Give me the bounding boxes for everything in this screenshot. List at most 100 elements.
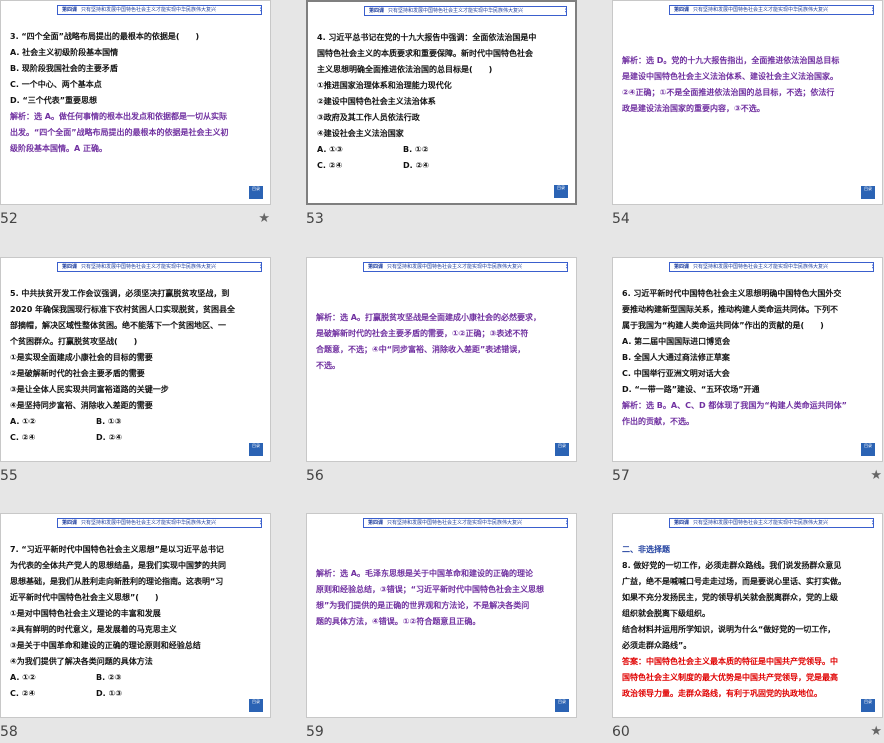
menu-panel-icon[interactable]: 目录	[861, 186, 875, 199]
slide-text-line: 5. 中共扶贫开发工作会议强调，必须坚决打赢脱贫攻坚战，到	[10, 289, 230, 298]
slide-body: 解析：选 A。打赢脱贫攻坚战是全面建成小康社会的必然要求， 是破解新时代的社会主要…	[316, 310, 567, 374]
slide-number: 58	[0, 724, 18, 740]
answer-option: B. ②③	[96, 673, 122, 682]
slide-header-banner: 第四课 只有坚持和发展中国特色社会主义才能实现中华民族伟大复兴 ›››	[364, 6, 567, 16]
slide-thumbnail-cell[interactable]: 第四课 只有坚持和发展中国特色社会主义才能实现中华民族伟大复兴 ››› 3. “四个全…	[0, 0, 272, 230]
slide-header-banner: 第四课 只有坚持和发展中国特色社会主义才能实现中华民族伟大复兴 ›››	[57, 262, 262, 272]
slide-text-line: ④是坚持同步富裕、消除收入差距的需要	[10, 401, 153, 410]
header-tag: 第四课	[368, 264, 384, 270]
slide-number: 59	[306, 724, 324, 740]
slide-text-line: ②具有鲜明的时代意义，是发展着的马克思主义	[10, 625, 177, 634]
answer-option: A. ①③	[317, 145, 343, 154]
slide-number: 54	[612, 211, 630, 227]
animation-star-icon[interactable]: ★	[870, 468, 882, 483]
slide-text-line: 答案：中国特色社会主义最本质的特征是中国共产党领导。中	[622, 657, 838, 666]
answer-options-row: A. ①② B. ①③	[10, 414, 261, 430]
slide-body: 3. “四个全面”战略布局提出的最根本的依据是( ) A. 社会主义初级阶段基本国…	[10, 29, 261, 157]
header-subtitle: 只有坚持和发展中国特色社会主义才能实现中华民族伟大复兴	[81, 264, 217, 270]
slide-body: 4. 习近平总书记在党的十九大报告中强调：全面依法治国是中 国特色社会主义的本质要…	[317, 30, 566, 174]
slide-thumbnail-cell[interactable]: 第四课 只有坚持和发展中国特色社会主义才能实现中华民族伟大复兴 ››› 6. 习近平新…	[612, 257, 884, 487]
answer-options-row: C. ②④ D. ②④	[10, 430, 261, 446]
animation-star-icon[interactable]: ★	[258, 211, 270, 226]
slide-text-line: 解析：选 A。做任何事情的根本出发点和依据都是一切从实际	[10, 112, 227, 121]
slide-text-line: B. 现阶段我国社会的主要矛盾	[10, 64, 118, 73]
slide-body: 二、非选择题 8. 做好党的一切工作，必须走群众路线。我们说发扬群众意见 广益，绝不…	[622, 542, 873, 702]
slide-text-line: 为代表的全体共产党人的思想结晶，是我们实现中国梦的共同	[10, 561, 226, 570]
header-subtitle: 只有坚持和发展中国特色社会主义才能实现中华民族伟大复兴	[81, 7, 217, 13]
chevron-right-icon: ›››	[259, 518, 261, 528]
slide-text-line: 2020 年确保我国现行标准下农村贫困人口实现脱贫，贫困县全	[10, 305, 236, 314]
slide-text-line: ④为我们提供了解决各类问题的具体方法	[10, 657, 153, 666]
slide-body: 解析：选 A。毛泽东思想是关于中国革命和建设的正确的理论 原则和经验总结，③错误；…	[316, 566, 567, 630]
slide-text-line: B. 全国人大通过商法修正草案	[622, 353, 730, 362]
slide-text-line: 解析：选 A。打赢脱贫攻坚战是全面建成小康社会的必然要求，	[316, 313, 541, 322]
slide-thumbnail[interactable]: 第四课 只有坚持和发展中国特色社会主义才能实现中华民族伟大复兴 ››› 解析：选 A。…	[306, 513, 577, 718]
slide-thumbnail[interactable]: 第四课 只有坚持和发展中国特色社会主义才能实现中华民族伟大复兴 ››› 5. 中共扶贫…	[0, 257, 271, 462]
slide-text-line: 属于我国为“构建人类命运共同体”作出的贡献的是( )	[622, 321, 824, 330]
slide-text-line: ②建设中国特色社会主义法治体系	[317, 97, 436, 106]
slide-text-line: 如果不充分发扬民主，党的领导机关就会脱离群众，党的上级	[622, 593, 838, 602]
menu-panel-icon[interactable]: 目录	[555, 443, 569, 456]
slide-text-line: 必须走群众路线”。	[622, 641, 692, 650]
answer-option: B. ①②	[403, 145, 429, 154]
menu-panel-icon[interactable]: 目录	[555, 699, 569, 712]
header-subtitle: 只有坚持和发展中国特色社会主义才能实现中华民族伟大复兴	[693, 264, 829, 270]
answer-option: D. ②④	[96, 433, 123, 442]
answer-options-row: A. ①② B. ②③	[10, 670, 261, 686]
menu-panel-icon[interactable]: 目录	[554, 185, 568, 198]
answer-option: C. ②④	[317, 161, 343, 170]
menu-panel-icon[interactable]: 目录	[861, 699, 875, 712]
slide-text-line: A. 第二届中国国际进口博览会	[622, 337, 731, 346]
header-subtitle: 只有坚持和发展中国特色社会主义才能实现中华民族伟大复兴	[387, 264, 523, 270]
slide-thumbnail-cell[interactable]: 第四课 只有坚持和发展中国特色社会主义才能实现中华民族伟大复兴 ››› 5. 中共扶贫…	[0, 257, 272, 487]
menu-panel-icon[interactable]: 目录	[249, 699, 263, 712]
slide-text-line: ④建设社会主义法治国家	[317, 129, 404, 138]
slide-thumbnail[interactable]: 第四课 只有坚持和发展中国特色社会主义才能实现中华民族伟大复兴 ››› 3. “四个全…	[0, 0, 271, 205]
slide-thumbnail-cell[interactable]: 第四课 只有坚持和发展中国特色社会主义才能实现中华民族伟大复兴 ››› 二、非选择题 8…	[612, 513, 884, 743]
slide-number: 60	[612, 724, 630, 740]
answer-options-row: C. ②④ D. ①③	[10, 686, 261, 702]
slide-text-line: 6. 习近平新时代中国特色社会主义思想明确中国特色大国外交	[622, 289, 842, 298]
slide-text-line: 7. “习近平新时代中国特色社会主义思想”是以习近平总书记	[10, 545, 224, 554]
chevron-right-icon: ›››	[565, 518, 567, 528]
slide-text-line: A. 社会主义初级阶段基本国情	[10, 48, 119, 57]
slide-text-line: 近平新时代中国特色社会主义思想”( )	[10, 593, 159, 602]
slide-thumbnail-cell[interactable]: 第四课 只有坚持和发展中国特色社会主义才能实现中华民族伟大复兴 ››› 解析：选 D。…	[612, 0, 884, 230]
slide-text-line: ①是实现全面建成小康社会的目标的需要	[10, 353, 153, 362]
header-tag: 第四课	[674, 7, 690, 13]
slide-thumbnail-cell[interactable]: 第四课 只有坚持和发展中国特色社会主义才能实现中华民族伟大复兴 ››› 7. “习近平…	[0, 513, 272, 743]
slide-text-line: 4. 习近平总书记在党的十九大报告中强调：全面依法治国是中	[317, 33, 537, 42]
slide-text-line: 级阶段基本国情。A 正确。	[10, 144, 107, 153]
slide-thumbnail[interactable]: 第四课 只有坚持和发展中国特色社会主义才能实现中华民族伟大复兴 ››› 解析：选 D。…	[612, 0, 883, 205]
animation-star-icon[interactable]: ★	[870, 724, 882, 739]
slide-thumbnail[interactable]: 第四课 只有坚持和发展中国特色社会主义才能实现中华民族伟大复兴 ››› 6. 习近平新…	[612, 257, 883, 462]
slide-text-line: 政治领导力量。走群众路线，有利于巩固党的执政地位。	[622, 689, 822, 698]
chevron-right-icon: ›››	[259, 5, 261, 15]
slide-header-banner: 第四课 只有坚持和发展中国特色社会主义才能实现中华民族伟大复兴 ›››	[669, 262, 874, 272]
slide-text-line: 合题意，不选；④中“同步富裕、消除收入差距”表述错误，	[316, 345, 526, 354]
slide-text-line: 解析：选 A。毛泽东思想是关于中国革命和建设的正确的理论	[316, 569, 533, 578]
slide-text-line: 思想基础，是我们从胜利走向新胜利的理论指南。这表明“习	[10, 577, 224, 586]
slide-body: 5. 中共扶贫开发工作会议强调，必须坚决打赢脱贫攻坚战，到 2020 年确保我国现…	[10, 286, 261, 446]
menu-panel-icon[interactable]: 目录	[249, 443, 263, 456]
slide-text-line: ③是关于中国革命和建设的正确的理论原则和经验总结	[10, 641, 201, 650]
slide-text-line: 出发。“四个全面”战略布局提出的最根本的依据是社会主义初	[10, 128, 229, 137]
header-tag: 第四课	[62, 520, 78, 526]
slide-text-line: 是建设中国特色社会主义法治体系、建设社会主义法治国家。	[622, 72, 838, 81]
slide-thumbnail[interactable]: 第四课 只有坚持和发展中国特色社会主义才能实现中华民族伟大复兴 ››› 4. 习近平总…	[306, 0, 577, 205]
slide-thumbnail[interactable]: 第四课 只有坚持和发展中国特色社会主义才能实现中华民族伟大复兴 ››› 二、非选择题 8…	[612, 513, 883, 718]
slide-thumbnail-cell[interactable]: 第四课 只有坚持和发展中国特色社会主义才能实现中华民族伟大复兴 ››› 解析：选 A。…	[306, 513, 578, 743]
header-subtitle: 只有坚持和发展中国特色社会主义才能实现中华民族伟大复兴	[81, 520, 217, 526]
slide-text-line: 国特色社会主义制度的最大优势是中国共产党领导，党是最高	[622, 673, 838, 682]
header-tag: 第四课	[62, 7, 78, 13]
menu-panel-icon[interactable]: 目录	[861, 443, 875, 456]
slide-thumbnail-cell[interactable]: 第四课 只有坚持和发展中国特色社会主义才能实现中华民族伟大复兴 ››› 解析：选 A。…	[306, 257, 578, 487]
slide-text-line: 要推动构建新型国际关系，推动构建人类命运共同体。下列不	[622, 305, 838, 314]
slide-thumbnail[interactable]: 第四课 只有坚持和发展中国特色社会主义才能实现中华民族伟大复兴 ››› 解析：选 A。…	[306, 257, 577, 462]
slide-thumbnail[interactable]: 第四课 只有坚持和发展中国特色社会主义才能实现中华民族伟大复兴 ››› 7. “习近平…	[0, 513, 271, 718]
slide-text-line: 8. 做好党的一切工作，必须走群众路线。我们说发扬群众意见	[622, 561, 842, 570]
menu-panel-icon[interactable]: 目录	[249, 186, 263, 199]
slide-text-line: 广益，绝不是喊喊口号走走过场，而是要说心里话、实打实做。	[622, 577, 846, 586]
slide-text-line: 组织就会脱离下级组织。	[622, 609, 710, 618]
slide-thumbnail-cell[interactable]: 第四课 只有坚持和发展中国特色社会主义才能实现中华民族伟大复兴 ››› 4. 习近平总…	[306, 0, 578, 230]
